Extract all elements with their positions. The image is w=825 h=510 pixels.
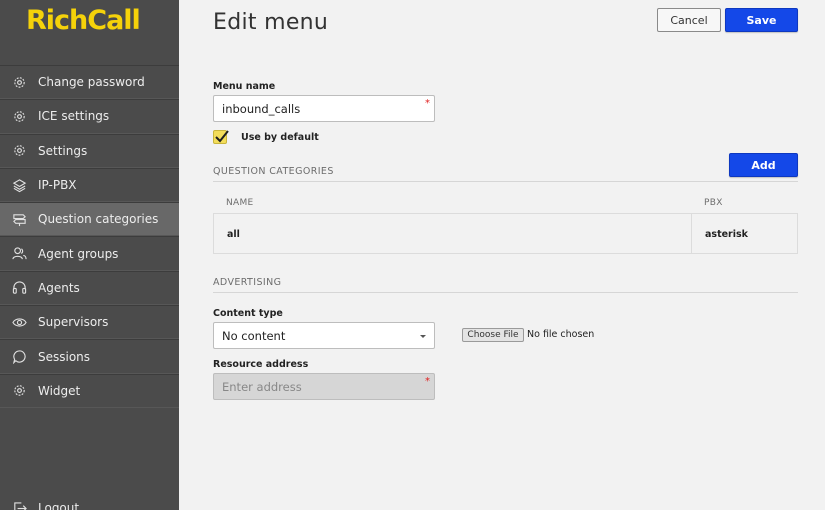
sidebar-item-ice-settings[interactable]: ICE settings <box>0 99 179 134</box>
gear-icon <box>12 143 27 158</box>
sidebar-item-label: Settings <box>38 143 88 158</box>
resource-address-field[interactable]: Enter address * <box>213 373 435 400</box>
cell-pbx: asterisk <box>705 229 748 240</box>
sidebar-item-label: Agent groups <box>38 246 119 261</box>
sidebar-item-widget[interactable]: Widget <box>0 373 179 408</box>
sidebar-item-label: Sessions <box>38 349 91 364</box>
menu-name-value: inbound_calls <box>222 101 301 116</box>
gear-icon <box>12 383 27 398</box>
advertising-heading: ADVERTISING <box>213 277 282 288</box>
section-divider <box>213 181 798 182</box>
main-content: Edit menu Cancel Save Menu name inbound_… <box>179 0 825 510</box>
eye-icon <box>12 315 27 330</box>
layers-icon <box>12 178 27 193</box>
save-button[interactable]: Save <box>725 8 798 32</box>
users-icon <box>12 246 27 261</box>
content-type-value: No content <box>222 328 286 343</box>
content-type-select[interactable]: No content <box>213 322 435 349</box>
logout-label: Logout <box>38 501 80 510</box>
sidebar-item-ip-pbx[interactable]: IP-PBX <box>0 167 179 203</box>
sidebar-menu: Change password ICE settings Settings IP… <box>0 65 179 408</box>
cell-divider <box>691 214 692 253</box>
table-header: NAME PBX <box>213 193 798 213</box>
chevron-down-icon <box>420 335 426 338</box>
sidebar-item-label: Change password <box>38 75 145 90</box>
content-type-label: Content type <box>213 308 283 319</box>
sidebar-item-supervisors[interactable]: Supervisors <box>0 305 179 340</box>
signpost-icon <box>12 212 27 227</box>
logout-button[interactable]: Logout <box>0 496 179 510</box>
cancel-button[interactable]: Cancel <box>657 8 721 32</box>
sidebar-item-label: Supervisors <box>38 315 109 330</box>
resource-address-label: Resource address <box>213 359 309 370</box>
required-mark: * <box>425 376 430 387</box>
question-categories-heading: QUESTION CATEGORIES <box>213 166 334 177</box>
sidebar-item-label: ICE settings <box>38 109 110 124</box>
column-header-pbx: PBX <box>704 198 723 208</box>
resource-address-placeholder: Enter address <box>222 379 302 394</box>
logout-icon <box>12 501 27 510</box>
sidebar-item-label: IP-PBX <box>38 178 77 193</box>
column-header-name: NAME <box>226 198 254 208</box>
table-row[interactable]: all asterisk <box>213 213 798 254</box>
section-divider <box>213 292 798 293</box>
sidebar-item-agents[interactable]: Agents <box>0 270 179 306</box>
sidebar-item-sessions[interactable]: Sessions <box>0 339 179 374</box>
required-mark: * <box>425 98 430 109</box>
categories-table: NAME PBX all asterisk <box>213 193 798 254</box>
file-status: No file chosen <box>527 329 595 340</box>
sidebar-item-label: Question categories <box>38 212 159 227</box>
sidebar-item-settings[interactable]: Settings <box>0 133 179 168</box>
menu-name-label: Menu name <box>213 81 276 92</box>
checkmark-icon <box>215 130 229 143</box>
sidebar-item-change-password[interactable]: Change password <box>0 65 179 100</box>
sidebar-item-label: Widget <box>38 383 81 398</box>
page-title: Edit menu <box>213 10 329 35</box>
add-category-button[interactable]: Add <box>729 153 798 177</box>
sidebar-item-label: Agents <box>38 280 80 295</box>
menu-name-field[interactable]: inbound_calls * <box>213 95 435 122</box>
chat-bubble-icon <box>12 349 27 365</box>
headset-icon <box>12 280 27 295</box>
sidebar-item-question-categories[interactable]: Question categories <box>0 202 179 237</box>
gear-icon <box>12 109 27 124</box>
choose-file-button[interactable]: Choose File <box>462 328 524 342</box>
app-logo: RichCall <box>26 5 141 36</box>
gear-icon <box>12 75 27 90</box>
sidebar: RichCall Change password ICE settings Se… <box>0 0 179 510</box>
cell-name: all <box>227 229 240 240</box>
sidebar-item-agent-groups[interactable]: Agent groups <box>0 236 179 271</box>
use-by-default-checkbox[interactable] <box>213 130 229 144</box>
use-by-default-label: Use by default <box>241 132 319 143</box>
